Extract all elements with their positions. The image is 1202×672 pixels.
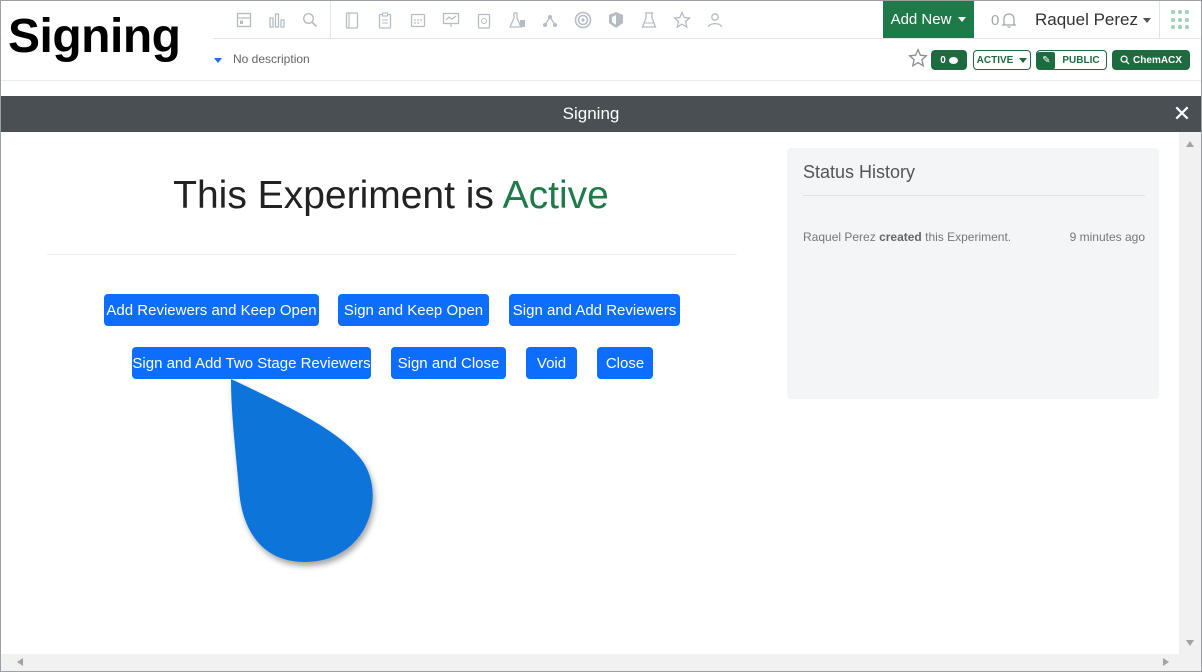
void-button[interactable]: Void [526, 347, 577, 379]
add-new-label: Add New [890, 11, 952, 28]
visibility-button[interactable]: ✎ PUBLIC [1036, 50, 1107, 70]
calendar-icon[interactable] [401, 1, 434, 39]
chevron-down-icon[interactable] [214, 58, 222, 63]
modal-title: Signing [562, 104, 620, 123]
pencil-icon: ✎ [1037, 51, 1056, 69]
users-icon[interactable] [698, 1, 731, 39]
status-history-panel: Status History Raquel Perez created this… [787, 148, 1159, 399]
scroll-right-icon[interactable] [1163, 658, 1169, 666]
close-button[interactable]: Close [597, 347, 653, 379]
divider [47, 254, 737, 255]
user-menu[interactable]: Raquel Perez [1035, 1, 1152, 39]
app-window: Add New 0 Raquel Perez No description 0 … [0, 0, 1202, 672]
history-entry: Raquel Perez created this Experiment. 9 … [803, 230, 1145, 244]
sign-keep-open-button[interactable]: Sign and Keep Open [338, 294, 489, 326]
status-history-title: Status History [803, 162, 916, 182]
notebook-icon[interactable] [335, 1, 368, 39]
chevron-down-icon [958, 17, 967, 22]
scroll-down-icon[interactable] [1186, 640, 1194, 646]
dashboard-icon[interactable] [227, 1, 260, 39]
pointer-callout-icon [231, 379, 373, 562]
bell-icon [1002, 13, 1017, 28]
comment-icon [948, 56, 958, 64]
scroll-up-icon[interactable] [1186, 141, 1194, 147]
comment-count: 0 [940, 54, 946, 66]
report-icon[interactable] [467, 1, 500, 39]
status-value: Active [502, 174, 609, 217]
visibility-label: PUBLIC [1062, 54, 1100, 66]
page-title: Signing [2, 5, 213, 69]
description-text[interactable]: No description [233, 52, 310, 66]
status-label: ACTIVE [976, 54, 1014, 66]
history-entry-text: Raquel Perez created this Experiment. [803, 230, 1011, 244]
bar-chart-icon[interactable] [260, 1, 293, 39]
vertical-scrollbar[interactable] [1179, 132, 1201, 654]
scroll-left-icon[interactable] [17, 658, 23, 666]
app-grid-icon[interactable] [1171, 10, 1191, 30]
add-new-button[interactable]: Add New [883, 1, 974, 38]
search-icon [1120, 55, 1130, 65]
divider [803, 195, 1145, 196]
history-action: created [879, 230, 922, 244]
clipboard-icon[interactable] [368, 1, 401, 39]
notification-count: 0 [991, 11, 1000, 29]
modal-header: Signing ✕ [1, 96, 1201, 132]
nav-separator [1159, 1, 1160, 39]
notifications[interactable]: 0 [991, 1, 1017, 39]
nav-icon-bar [227, 1, 731, 39]
close-icon[interactable]: ✕ [1170, 99, 1194, 129]
experiment-status-heading: This Experiment is Active [1, 174, 781, 218]
chemacx-button[interactable]: ChemACX [1112, 50, 1190, 70]
target-icon[interactable] [566, 1, 599, 39]
sign-add-reviewers-button[interactable]: Sign and Add Reviewers [509, 294, 680, 326]
horizontal-scrollbar[interactable] [1, 654, 1201, 671]
add-reviewers-keep-open-button[interactable]: Add Reviewers and Keep Open [104, 294, 319, 326]
user-name: Raquel Perez [1035, 10, 1139, 29]
status-prefix: This Experiment is [173, 174, 494, 217]
favorite-star-icon[interactable] [908, 48, 928, 74]
chevron-down-icon [1019, 57, 1028, 63]
presentation-icon[interactable] [434, 1, 467, 39]
search-icon[interactable] [293, 1, 326, 39]
beaker-icon[interactable] [632, 1, 665, 39]
star-icon[interactable] [665, 1, 698, 39]
shield-icon[interactable] [599, 1, 632, 39]
status-dropdown[interactable]: ACTIVE [973, 50, 1031, 70]
molecule-icon[interactable] [533, 1, 566, 39]
nav-separator [330, 1, 331, 39]
history-object: this Experiment. [925, 230, 1012, 244]
chevron-down-icon [1143, 17, 1152, 23]
history-user: Raquel Perez [803, 230, 876, 244]
history-time: 9 minutes ago [1069, 230, 1145, 244]
chemacx-label: ChemACX [1133, 54, 1182, 66]
comments-button[interactable]: 0 [931, 50, 967, 70]
lab-flask-icon[interactable] [500, 1, 533, 39]
sign-close-button[interactable]: Sign and Close [391, 347, 506, 379]
modal-body: This Experiment is Active Add Reviewers … [1, 132, 1179, 654]
